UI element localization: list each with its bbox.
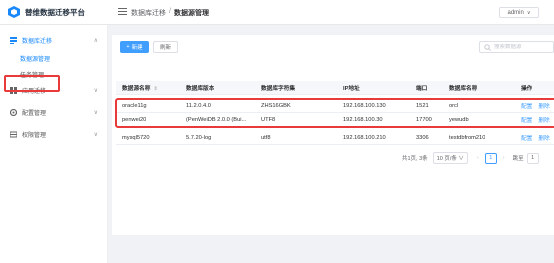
sidebar-group-label: 数据库迁移: [22, 38, 53, 45]
column-header: 数据库字符集: [261, 86, 296, 92]
menu-toggle-icon[interactable]: [118, 8, 127, 16]
column-header[interactable]: 数据源名称 ⇕: [122, 83, 158, 92]
sidebar-menu-config[interactable]: 配置管理 ∨: [0, 105, 108, 119]
search-icon: [484, 43, 491, 51]
user-menu[interactable]: admin ∨: [499, 7, 539, 18]
sort-icon[interactable]: ⇕: [153, 86, 157, 92]
new-button[interactable]: + 新建: [120, 41, 149, 53]
table-header: 数据源名称 ⇕ 数据库版本 数据库字符集 IP地址 端口 数据库名称 操作: [116, 81, 554, 95]
cell-name: mysql5720: [122, 134, 150, 141]
user-name: admin: [507, 9, 524, 16]
column-header: 端口: [416, 86, 428, 92]
database-icon: [10, 36, 17, 44]
column-header: 操作: [521, 86, 533, 92]
main-content: + 新建 刷新 数据源名称⇕ 数据库版本 数据库字符集 IP地址 端口 数据库名…: [108, 25, 554, 263]
goto-label: 跳至: [512, 156, 524, 162]
sidebar-item-label: 数据源管理: [20, 56, 51, 63]
refresh-button-label: 刷新: [159, 45, 171, 51]
prev-page-button[interactable]: ‹: [477, 155, 479, 161]
cell-actions: 配置 删除: [521, 133, 554, 142]
page-size-select[interactable]: 10 页/条 ∨: [432, 152, 468, 164]
goto-input[interactable]: 1: [526, 152, 539, 164]
sidebar-item-datasource[interactable]: 数据源管理: [20, 52, 50, 64]
sidebar-group-db-migration[interactable]: 数据库迁移 ∧: [0, 33, 108, 47]
pagination-total: 共1页, 3条: [402, 156, 428, 162]
column-header: 数据库名称: [449, 86, 478, 92]
breadcrumb: 数据库迁移 / 数据源管理: [131, 8, 209, 18]
datasource-card: + 新建 刷新 数据源名称⇕ 数据库版本 数据库字符集 IP地址 端口 数据库名…: [112, 35, 554, 235]
column-header: IP地址: [343, 86, 360, 92]
top-header: 替维数据迁移平台 数据库迁移 / 数据源管理 admin ∨: [0, 0, 554, 25]
chevron-down-icon: ∨: [526, 9, 531, 16]
chevron-up-icon: ∧: [93, 37, 98, 44]
rows-highlight-box: [115, 98, 554, 128]
gear-icon: [10, 108, 17, 116]
sidebar: 数据库迁移 ∧ 数据源管理 任务管理 应用迁移 ∨ 配置管理 ∨ 权限管理 ∨: [0, 25, 108, 263]
logo-icon: [8, 6, 20, 18]
search-input[interactable]: [494, 44, 549, 50]
page-number-current[interactable]: 1: [484, 152, 497, 164]
cell-charset: utf8: [261, 134, 271, 141]
chevron-down-icon: ∨: [458, 156, 464, 162]
new-button-label: 新建: [131, 45, 143, 51]
chevron-down-icon: ∨: [93, 87, 98, 94]
sidebar-menu-label: 配置管理: [22, 110, 47, 117]
app-title: 替维数据迁移平台: [25, 7, 85, 17]
chevron-down-icon: ∨: [93, 109, 98, 116]
delete-link[interactable]: 删除: [538, 136, 549, 142]
highlight-box: [4, 75, 60, 92]
table-row[interactable]: mysql5720 5.7.20-log utf8 192.168.100.21…: [116, 131, 554, 145]
cell-db: testdbfrom210: [449, 134, 486, 141]
breadcrumb-current: 数据源管理: [173, 10, 209, 17]
breadcrumb-separator: /: [169, 8, 171, 15]
permission-icon: [10, 131, 17, 137]
sidebar-menu-label: 权限管理: [22, 132, 47, 139]
cell-port: 3306: [416, 134, 429, 141]
pagination: 共1页, 3条 10 页/条 ∨ ‹ 1 › 跳至 1: [402, 152, 539, 164]
chevron-down-icon: ∨: [93, 131, 98, 138]
search-field[interactable]: [479, 41, 554, 53]
cell-ip: 192.168.100.210: [343, 134, 386, 141]
app-logo: 替维数据迁移平台: [8, 6, 85, 18]
column-header: 数据库版本: [186, 86, 215, 92]
breadcrumb-parent[interactable]: 数据库迁移: [131, 8, 166, 18]
next-page-button[interactable]: ›: [503, 155, 505, 161]
refresh-button[interactable]: 刷新: [153, 41, 178, 53]
config-link[interactable]: 配置: [521, 136, 532, 142]
cell-version: 5.7.20-log: [186, 134, 212, 141]
plus-icon: +: [126, 44, 130, 50]
sidebar-menu-permission[interactable]: 权限管理 ∨: [0, 127, 108, 141]
